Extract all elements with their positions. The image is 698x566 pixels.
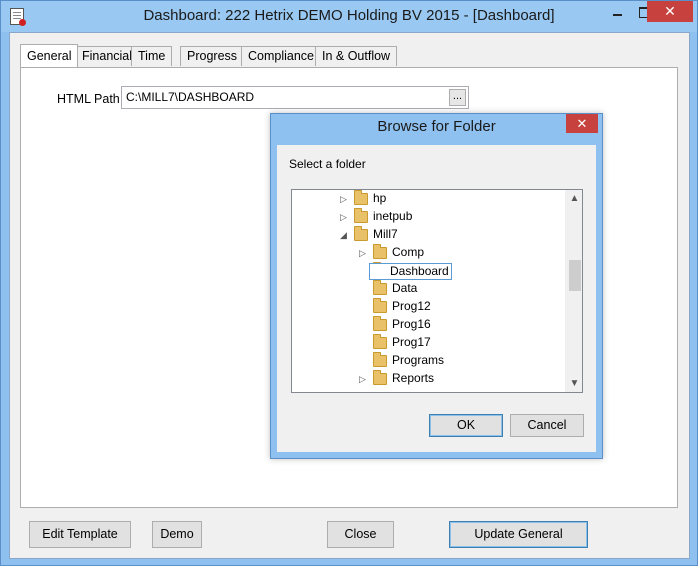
dialog-title: Browse for Folder: [377, 118, 496, 135]
edit-template-button[interactable]: Edit Template: [29, 521, 131, 548]
expand-arrow-icon[interactable]: ▷: [359, 248, 367, 258]
collapse-arrow-icon[interactable]: ◢: [340, 230, 348, 240]
folder-icon: [354, 208, 368, 223]
browse-folder-dialog: Browse for Folder ✕ Select a folder ▷ hp…: [270, 113, 603, 459]
ok-button[interactable]: OK: [429, 414, 503, 437]
scroll-up-icon[interactable]: ▲: [566, 190, 582, 207]
folder-tree[interactable]: ▷ hp ▷ inetpub ◢ Mill7 ▷ Comp Dashboard …: [291, 189, 583, 393]
window-title: Dashboard: 222 Hetrix DEMO Holding BV 20…: [143, 7, 555, 24]
select-folder-label: Select a folder: [289, 157, 366, 171]
tab-general[interactable]: General: [20, 44, 79, 67]
dialog-client-area: Select a folder ▷ hp ▷ inetpub ◢ Mill7 ▷…: [277, 145, 596, 452]
title-bar: Dashboard: 222 Hetrix DEMO Holding BV 20…: [1, 1, 697, 32]
folder-icon: [373, 316, 387, 331]
expand-arrow-icon[interactable]: ▷: [359, 374, 367, 384]
folder-icon: [373, 280, 387, 295]
expand-arrow-icon[interactable]: ▷: [340, 212, 348, 222]
folder-icon: [354, 190, 368, 205]
expand-arrow-icon[interactable]: ▷: [340, 194, 348, 204]
folder-icon: [373, 244, 387, 259]
folder-icon: [373, 334, 387, 349]
close-button[interactable]: Close: [327, 521, 394, 548]
html-path-input[interactable]: C:\MILL7\DASHBOARD ...: [121, 86, 469, 109]
tab-progress[interactable]: Progress: [180, 46, 245, 66]
tab-time[interactable]: Time: [131, 46, 173, 66]
tab-compliance[interactable]: Compliance: [241, 46, 322, 66]
folder-icon: [373, 352, 387, 367]
html-path-value: C:\MILL7\DASHBOARD: [126, 90, 255, 104]
tab-in-outflow[interactable]: In & Outflow: [315, 46, 398, 66]
scroll-down-icon[interactable]: ▼: [566, 375, 582, 392]
folder-icon: [373, 298, 387, 313]
folder-icon: [373, 370, 387, 385]
scrollbar-thumb[interactable]: [569, 260, 581, 291]
folder-icon: [354, 226, 368, 241]
close-window-button[interactable]: ✕: [647, 1, 693, 22]
update-general-button[interactable]: Update General: [449, 521, 588, 548]
browse-path-button[interactable]: ...: [449, 89, 466, 106]
html-path-label: HTML Path: [57, 92, 120, 106]
demo-button[interactable]: Demo: [152, 521, 202, 548]
minimize-button[interactable]: [605, 1, 631, 22]
cancel-button[interactable]: Cancel: [510, 414, 584, 437]
tab-financial[interactable]: Financial: [75, 46, 140, 66]
tree-scrollbar[interactable]: ▲ ▼: [565, 190, 582, 392]
dialog-close-button[interactable]: ✕: [566, 114, 598, 133]
